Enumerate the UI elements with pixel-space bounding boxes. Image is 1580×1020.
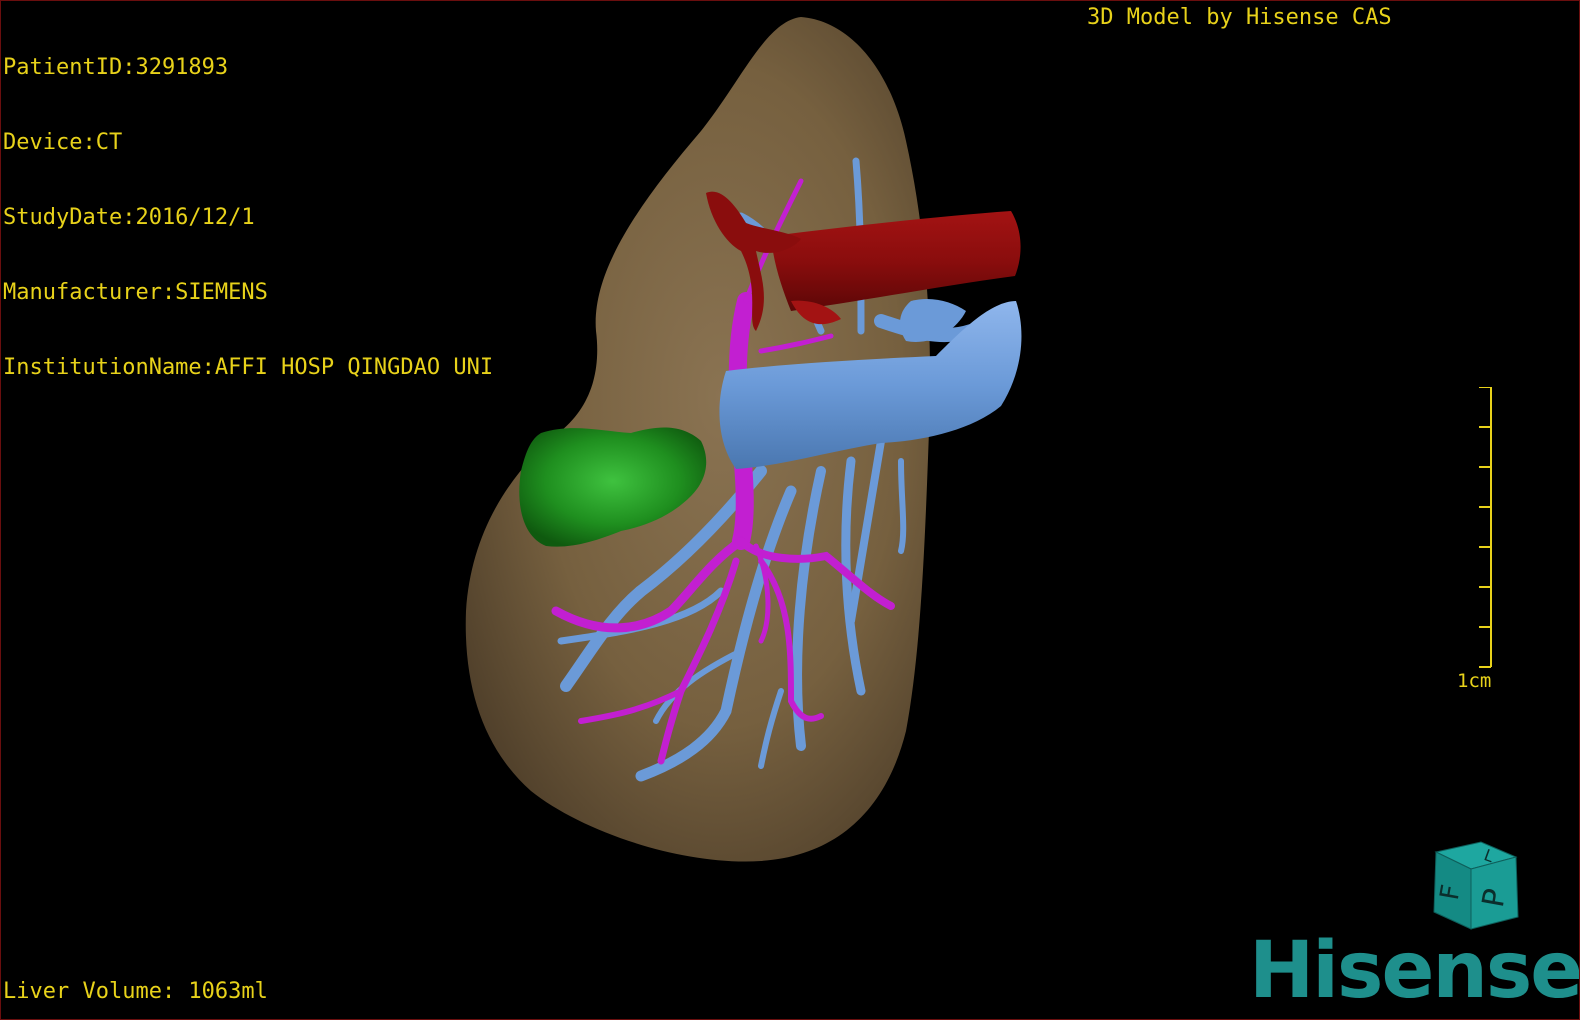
institution-text: InstitutionName:AFFI HOSP QINGDAO UNI xyxy=(3,355,494,380)
orientation-cube-icon[interactable]: F P L xyxy=(1426,837,1526,937)
patient-id-text: PatientID:3291893 xyxy=(3,55,229,80)
liver-volume-text: Liver Volume: 1063ml xyxy=(3,979,268,1004)
dicom-info-panel: PatientID:3291893 Device:CT StudyDate:20… xyxy=(3,5,493,430)
manufacturer-text: Manufacturer:SIEMENS xyxy=(3,280,268,305)
3d-viewport[interactable]: PatientID:3291893 Device:CT StudyDate:20… xyxy=(0,0,1580,1020)
scale-bar xyxy=(1479,387,1492,668)
hisense-logo: Hisense xyxy=(1249,926,1580,1016)
scale-label: 1cm xyxy=(1457,670,1492,692)
device-text: Device:CT xyxy=(3,130,123,155)
model-credit-text: 3D Model by Hisense CAS xyxy=(1087,5,1392,30)
study-date-text: StudyDate:2016/12/1 xyxy=(3,205,255,230)
